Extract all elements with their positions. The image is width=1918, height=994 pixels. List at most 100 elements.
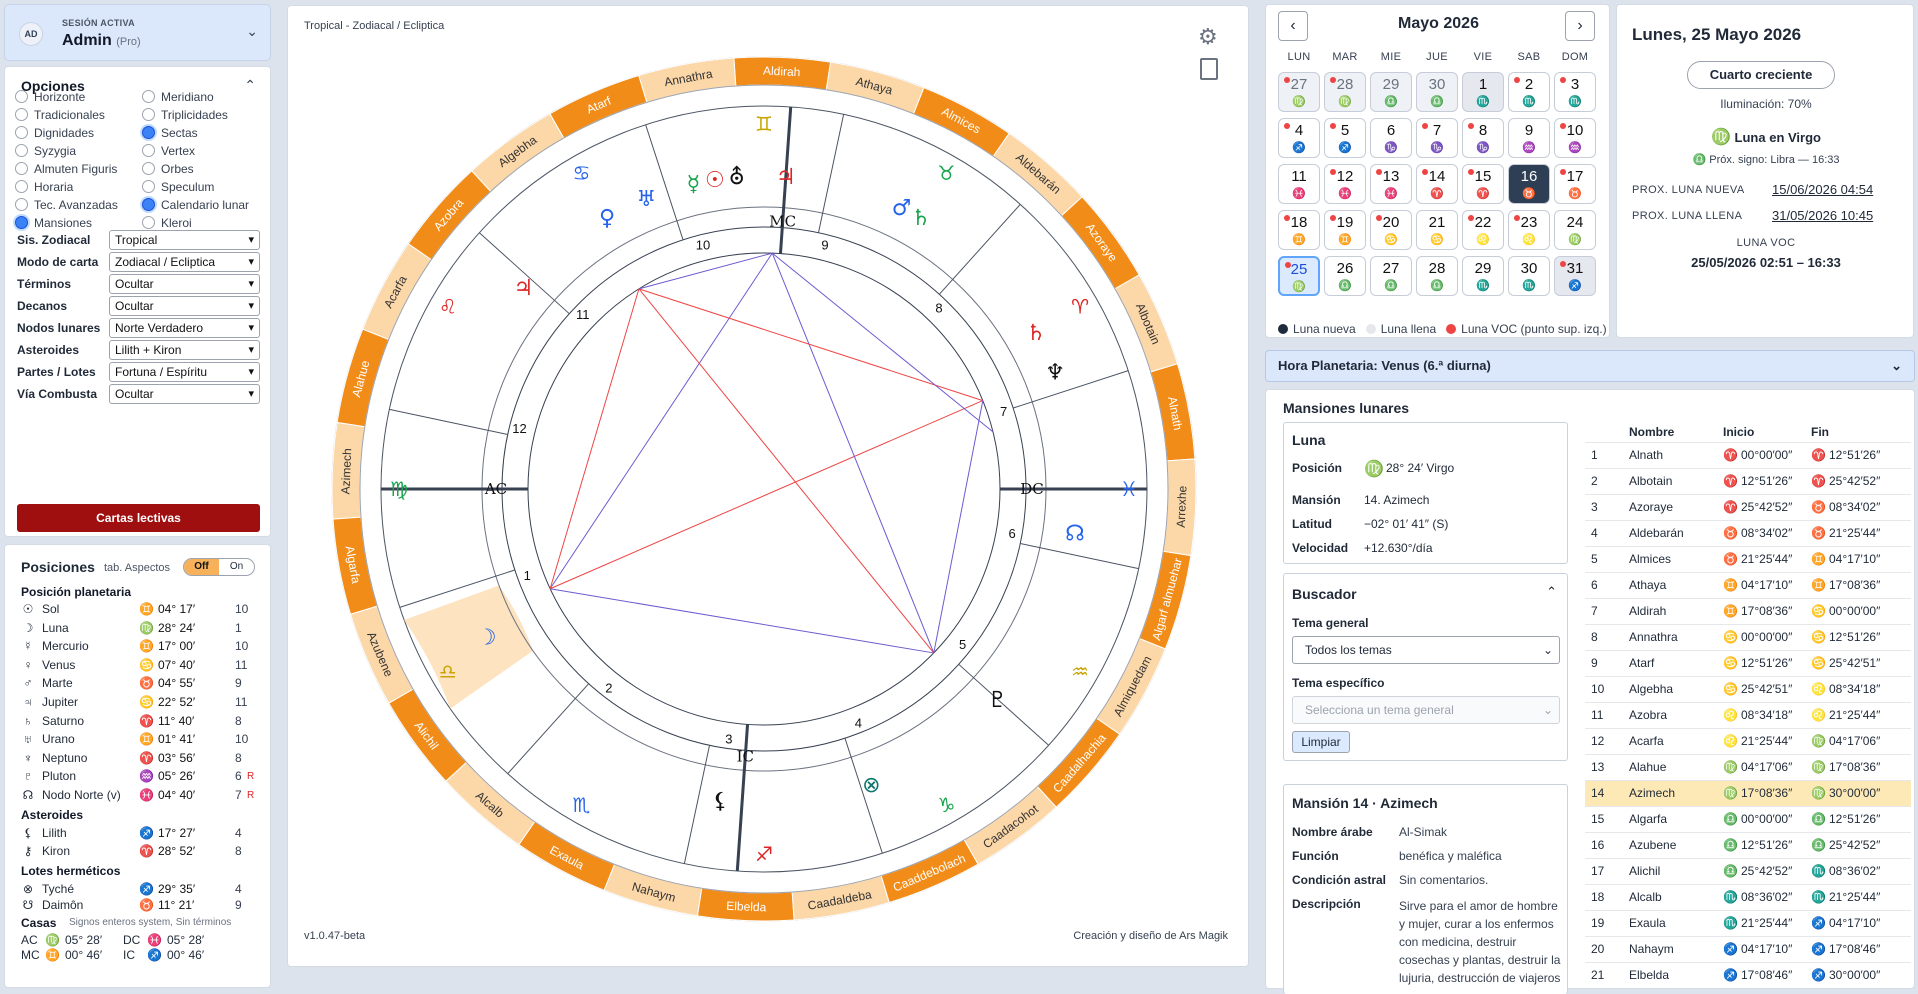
calendar-day[interactable]: 12 ♓ (1324, 164, 1366, 204)
option-dignidades[interactable]: Dignidades (15, 125, 94, 141)
calendar-day[interactable]: 21 ♋ (1416, 210, 1458, 250)
chevron-up-icon[interactable]: ⌃ (244, 77, 256, 94)
calendar-day[interactable]: 4 ♐ (1278, 118, 1320, 158)
option-triplicidades[interactable]: Triplicidades (142, 107, 228, 123)
next-full-value[interactable]: 31/05/2026 10:45 (1772, 208, 1873, 223)
option-sectas[interactable]: Sectas (142, 125, 198, 141)
radio-icon[interactable] (142, 90, 155, 103)
table-row[interactable]: 5 Almices ♉ 21°25′44″ ♊ 04°17′10″ (1585, 545, 1911, 572)
calendar-day[interactable]: 11 ♓ (1278, 164, 1320, 204)
next-month-button[interactable]: › (1565, 11, 1595, 41)
select-input[interactable]: Ocultar (109, 384, 260, 404)
table-row[interactable]: 18 Alcalb ♏ 08°36′02″ ♏ 21°25′44″ (1585, 883, 1911, 910)
calendar-day[interactable]: 30 ♏ (1508, 256, 1550, 296)
toggle-off[interactable]: Off (184, 559, 219, 575)
chevron-down-icon[interactable]: ⌄ (246, 23, 258, 40)
table-row[interactable]: 20 Nahaym ♐ 04°17′10″ ♐ 17°08′46″ (1585, 935, 1911, 962)
general-theme-select[interactable]: Todos los temas ⌄ (1292, 636, 1560, 664)
table-row[interactable]: 11 Azobra ♌ 08°34′18″ ♌ 21°25′44″ (1585, 701, 1911, 728)
option-syzygia[interactable]: Syzygia (15, 143, 76, 159)
radio-icon[interactable] (15, 162, 28, 175)
table-row[interactable]: 15 Algarfa ♎ 00°00′00″ ♎ 12°51′26″ (1585, 805, 1911, 832)
calendar-day[interactable]: 13 ♓ (1370, 164, 1412, 204)
radio-icon[interactable] (15, 180, 28, 193)
radio-icon[interactable] (142, 162, 155, 175)
radio-icon[interactable] (142, 216, 155, 229)
option-horizonte[interactable]: Horizonte (15, 89, 85, 105)
table-row[interactable]: 4 Aldebarán ♉ 08°34′02″ ♉ 21°25′44″ (1585, 519, 1911, 546)
option-almuten-figuris[interactable]: Almuten Figuris (15, 161, 117, 177)
select-input[interactable]: Ocultar (109, 274, 260, 294)
radio-icon[interactable] (15, 216, 28, 229)
radio-icon[interactable] (142, 126, 155, 139)
next-new-value[interactable]: 15/06/2026 04:54 (1772, 182, 1873, 197)
calendar-day[interactable]: 5 ♐ (1324, 118, 1366, 158)
calendar-day[interactable]: 15 ♈ (1462, 164, 1504, 204)
radio-icon[interactable] (142, 144, 155, 157)
table-row[interactable]: 16 Azubene ♎ 12°51′26″ ♎ 25°42′52″ (1585, 831, 1911, 858)
calendar-day[interactable]: 31 ♐ (1554, 256, 1596, 296)
select-input[interactable]: Norte Verdadero (109, 318, 260, 338)
calendar-day[interactable]: 3 ♏ (1554, 72, 1596, 112)
calendar-day[interactable]: 8 ♑ (1462, 118, 1504, 158)
calendar-day[interactable]: 19 ♊ (1324, 210, 1366, 250)
calendar-day[interactable]: 28 ♎ (1416, 256, 1458, 296)
calendar-day[interactable]: 16 ♉ (1508, 164, 1550, 204)
calendar-day[interactable]: 27 ♍ (1278, 72, 1320, 112)
table-row[interactable]: 21 Elbelda ♐ 17°08′46″ ♐ 30°00′00″ (1585, 961, 1911, 988)
table-row[interactable]: 2 Albotain ♈ 12°51′26″ ♈ 25°42′52″ (1585, 467, 1911, 494)
table-row[interactable]: 17 Alichil ♎ 25°42′52″ ♏ 08°36′02″ (1585, 857, 1911, 884)
clear-button[interactable]: Limpiar (1292, 731, 1350, 753)
option-tec-avanzadas[interactable]: Tec. Avanzadas (15, 197, 118, 213)
table-row[interactable]: 3 Azoraye ♈ 25°42′52″ ♉ 08°34′02″ (1585, 493, 1911, 520)
option-speculum[interactable]: Speculum (142, 179, 214, 195)
calendar-day[interactable]: 18 ♊ (1278, 210, 1320, 250)
radio-icon[interactable] (142, 198, 155, 211)
calendar-day[interactable]: 25 ♍ (1278, 256, 1320, 296)
table-row[interactable]: 10 Algebha ♋ 25°42′51″ ♌ 08°34′18″ (1585, 675, 1911, 702)
calendar-day[interactable]: 9 ♒ (1508, 118, 1550, 158)
calendar-day[interactable]: 28 ♍ (1324, 72, 1366, 112)
toggle-on[interactable]: On (219, 559, 254, 575)
option-meridiano[interactable]: Meridiano (142, 89, 214, 105)
table-row[interactable]: 8 Annathra ♋ 00°00′00″ ♋ 12°51′26″ (1585, 623, 1911, 650)
option-calendario-lunar[interactable]: Calendario lunar (142, 197, 249, 213)
specific-theme-select[interactable]: Selecciona un tema general ⌄ (1292, 696, 1560, 724)
radio-icon[interactable] (142, 180, 155, 193)
select-input[interactable]: Ocultar (109, 296, 260, 316)
option-horaria[interactable]: Horaria (15, 179, 73, 195)
session-panel[interactable]: AD SESIÓN ACTIVA Admin (Pro) ⌄ (4, 4, 271, 61)
aspects-toggle[interactable]: Off On (183, 558, 255, 576)
option-orbes[interactable]: Orbes (142, 161, 194, 177)
calendar-day[interactable]: 20 ♋ (1370, 210, 1412, 250)
radio-icon[interactable] (15, 144, 28, 157)
calendar-day[interactable]: 6 ♑ (1370, 118, 1412, 158)
table-row[interactable]: 6 Athaya ♊ 04°17′10″ ♊ 17°08′36″ (1585, 571, 1911, 598)
option-vertex[interactable]: Vertex (142, 143, 195, 159)
chevron-up-icon[interactable]: ⌃ (1546, 584, 1557, 600)
calendar-day[interactable]: 24 ♍ (1554, 210, 1596, 250)
calendar-day[interactable]: 23 ♌ (1508, 210, 1550, 250)
calendar-day[interactable]: 27 ♎ (1370, 256, 1412, 296)
planetary-hour-bar[interactable]: Hora Planetaria: Venus (6.ª diurna) ⌄ (1265, 350, 1915, 382)
select-input[interactable]: Tropical (109, 230, 260, 250)
table-row[interactable]: 14 Azimech ♍ 17°08′36″ ♍ 30°00′00″ (1585, 779, 1911, 806)
select-input[interactable]: Zodiacal / Ecliptica (109, 252, 260, 272)
option-tradicionales[interactable]: Tradicionales (15, 107, 105, 123)
calendar-day[interactable]: 30 ♎ (1416, 72, 1458, 112)
calendar-day[interactable]: 10 ♒ (1554, 118, 1596, 158)
table-row[interactable]: 9 Atarf ♋ 12°51′26″ ♋ 25°42′51″ (1585, 649, 1911, 676)
radio-icon[interactable] (15, 198, 28, 211)
radio-icon[interactable] (15, 90, 28, 103)
table-row[interactable]: 13 Alahue ♍ 04°17′06″ ♍ 17°08′36″ (1585, 753, 1911, 780)
table-row[interactable]: 12 Acarfa ♌ 21°25′44″ ♍ 04°17′06″ (1585, 727, 1911, 754)
select-input[interactable]: Lilith + Kiron (109, 340, 260, 360)
table-row[interactable]: 7 Aldirah ♊ 17°08′36″ ♋ 00°00′00″ (1585, 597, 1911, 624)
table-row[interactable]: 1 Alnath ♈ 00°00′00″ ♈ 12°51′26″ (1585, 441, 1911, 468)
calendar-day[interactable]: 1 ♏ (1462, 72, 1504, 112)
chevron-down-icon[interactable]: ⌄ (1891, 351, 1902, 381)
calendar-day[interactable]: 2 ♏ (1508, 72, 1550, 112)
calendar-day[interactable]: 7 ♑ (1416, 118, 1458, 158)
cartas-lectivas-button[interactable]: Cartas lectivas (17, 504, 260, 532)
select-input[interactable]: Fortuna / Espíritu (109, 362, 260, 382)
